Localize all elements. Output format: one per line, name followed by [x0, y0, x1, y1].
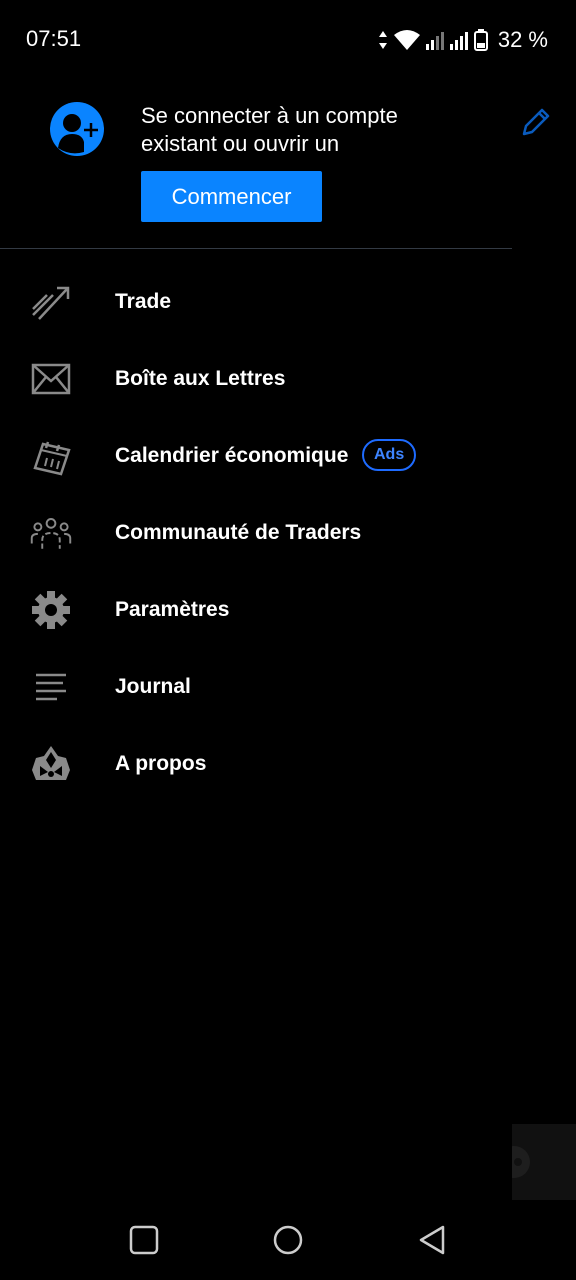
- screen: 07:51 32 % Se connecter à un compte exis…: [0, 0, 576, 1280]
- drawer-menu: Trade Boîte aux Lettres Calendrier écono…: [0, 263, 512, 802]
- menu-item-about[interactable]: A propos: [0, 725, 512, 802]
- ads-badge: Ads: [362, 439, 417, 471]
- menu-item-traders-community[interactable]: Communauté de Traders: [0, 494, 512, 571]
- signal-icon: [449, 30, 468, 50]
- gear-icon: [30, 590, 72, 630]
- login-prompt: Se connecter à un compte existant ou ouv…: [141, 103, 398, 156]
- signal-icon: [425, 30, 444, 50]
- navigation-drawer: Se connecter à un compte existant ou ouv…: [0, 80, 512, 1200]
- battery-percent: 32 %: [497, 27, 548, 52]
- menu-item-settings[interactable]: Paramètres: [0, 571, 512, 648]
- status-time: 07:51: [26, 26, 82, 51]
- menu-label: Journal: [115, 674, 191, 698]
- divider: [0, 248, 512, 249]
- pencil-icon[interactable]: [518, 106, 552, 140]
- journal-icon: [30, 667, 72, 707]
- community-icon: [30, 513, 72, 553]
- data-arrows-icon: [378, 31, 388, 49]
- menu-item-journal[interactable]: Journal: [0, 648, 512, 725]
- system-nav-bar: [0, 1200, 576, 1280]
- menu-item-mailbox[interactable]: Boîte aux Lettres: [0, 340, 512, 417]
- menu-label: Boîte aux Lettres: [115, 366, 286, 390]
- recents-square-icon[interactable]: [126, 1222, 162, 1258]
- status-bar: 07:51 32 %: [0, 0, 576, 80]
- menu-label: Calendrier économique: [115, 443, 349, 467]
- menu-label: Paramètres: [115, 597, 230, 621]
- menu-label: Trade: [115, 289, 172, 313]
- wifi-icon: [393, 30, 420, 50]
- battery-icon: [473, 29, 488, 51]
- menu-label: Communauté de Traders: [115, 520, 362, 544]
- home-circle-icon[interactable]: [270, 1222, 306, 1258]
- start-button[interactable]: Commencer: [141, 171, 322, 222]
- calendar-icon: [30, 436, 72, 476]
- mail-icon: [30, 359, 72, 399]
- back-triangle-icon[interactable]: [414, 1222, 450, 1258]
- about-icon: [30, 744, 72, 784]
- trade-chart-icon: [30, 282, 72, 322]
- menu-label: A propos: [115, 751, 207, 775]
- menu-item-trade[interactable]: Trade: [0, 263, 512, 340]
- floating-button-edge: [498, 1124, 576, 1200]
- status-icons: 32 %: [378, 26, 548, 54]
- menu-item-economic-calendar[interactable]: Calendrier économique Ads: [0, 417, 512, 494]
- add-account-icon[interactable]: [50, 102, 104, 156]
